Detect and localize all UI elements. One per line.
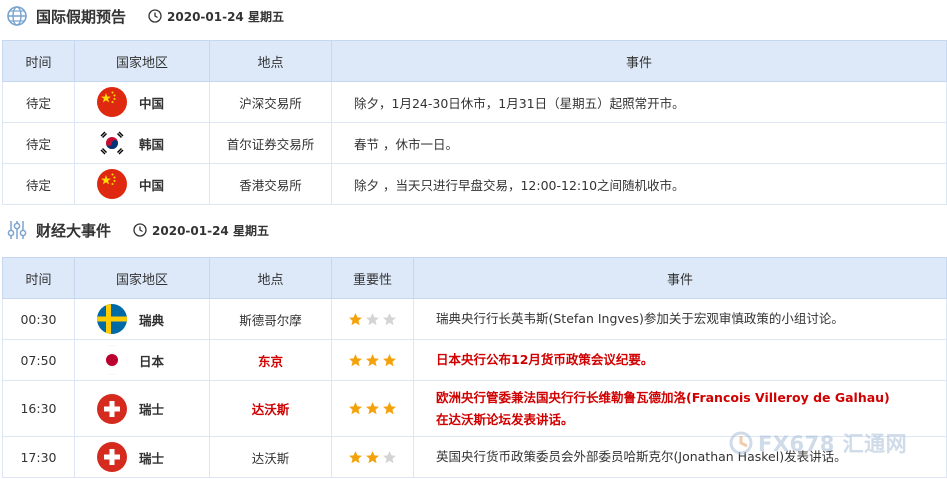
country-name: 韩国 [139, 136, 165, 152]
event-line: 瑞典央行行长英韦斯(Stefan Ingves)参加关于宏观审慎政策的小组讨论。 [436, 311, 844, 326]
country-cell: 瑞士 [75, 393, 209, 424]
importance-stars [332, 450, 413, 465]
header-event: 事件 [331, 40, 947, 82]
star-icon [349, 353, 362, 366]
place-cell: 首尔证券交易所 [209, 122, 332, 164]
header-event: 事件 [413, 257, 947, 299]
event-line: 日本央行公布12月货币政策会议纪要。 [436, 352, 654, 367]
country-cell: 日本 [75, 345, 209, 375]
country-name: 瑞士 [139, 450, 165, 466]
clock-icon [133, 223, 147, 237]
holiday-table: 时间 国家地区 地点 事件 待定 中国 沪深交易所 除夕，1月24-30日休市，1月3… [2, 40, 947, 205]
star-icon [349, 312, 362, 325]
country-cell: 瑞士 [75, 442, 209, 472]
flag-se-icon [97, 304, 127, 334]
events-header-row: 时间 国家地区 地点 重要性 事件 [2, 257, 947, 299]
events-date-text: 2020-01-24 星期五 [152, 223, 269, 238]
holiday-section-header: 国际假期预告 2020-01-24 星期五 [0, 2, 284, 30]
globe-icon [4, 3, 30, 29]
header-importance: 重要性 [331, 257, 414, 299]
header-country: 国家地区 [74, 257, 210, 299]
importance-stars [332, 353, 413, 368]
header-time: 时间 [2, 40, 75, 82]
holiday-date-text: 2020-01-24 星期五 [167, 9, 284, 24]
star-icon [349, 402, 362, 415]
star-icon [349, 450, 362, 463]
country-name: 日本 [139, 353, 165, 369]
holiday-date: 2020-01-24 星期五 [148, 8, 284, 25]
star-icon [383, 353, 396, 366]
star-icon [366, 402, 379, 415]
place-cell: 香港交易所 [209, 163, 332, 205]
flag-jp-icon [97, 345, 127, 375]
time-cell: 待定 [2, 163, 75, 205]
star-icon [383, 312, 396, 325]
event-cell: 除夕，1月24-30日休市，1月31日（星期五）起照常开市。 [331, 81, 947, 123]
flag-ch-icon [97, 442, 127, 472]
header-time: 时间 [2, 257, 75, 299]
place-cell: 东京 [209, 339, 332, 381]
holiday-header-row: 时间 国家地区 地点 事件 [2, 40, 947, 82]
flag-ch-icon [97, 393, 127, 424]
header-country: 国家地区 [74, 40, 210, 82]
table-row: 待定 中国 香港交易所 除夕 ，当天只进行早盘交易，12:00-12:10之间随机收市… [2, 163, 947, 205]
fx678-logo-icon [729, 431, 753, 455]
importance-cell [331, 436, 414, 478]
table-row: 待定 韩国 首尔证券交易所 春节 ，休市一日。 [2, 122, 947, 164]
clock-icon [148, 9, 162, 23]
events-section-header: 财经大事件 2020-01-24 星期五 [0, 216, 269, 244]
event-cell: 瑞典央行行长英韦斯(Stefan Ingves)参加关于宏观审慎政策的小组讨论。 [413, 298, 947, 340]
watermark-text: FX678 汇通网 [758, 432, 908, 456]
place-cell: 斯德哥尔摩 [209, 298, 332, 340]
country-name: 瑞典 [139, 312, 165, 328]
table-row: 待定 中国 沪深交易所 除夕，1月24-30日休市，1月31日（星期五）起照常开市。 [2, 81, 947, 123]
place-cell: 达沃斯 [209, 436, 332, 478]
importance-cell [331, 339, 414, 381]
time-cell: 07:50 [2, 339, 75, 381]
importance-cell [331, 380, 414, 437]
importance-stars [332, 312, 413, 327]
table-row: 00:30 瑞典 斯德哥尔摩 瑞典央行行长英韦斯(Stefan Ingves)参加关于… [2, 298, 947, 340]
event-cell: 除夕 ，当天只进行早盘交易，12:00-12:10之间随机收市。 [331, 163, 947, 205]
time-cell: 00:30 [2, 298, 75, 340]
country-cell: 韩国 [75, 128, 209, 158]
country-name: 瑞士 [139, 402, 165, 417]
sliders-icon [4, 217, 30, 243]
flag-kr-icon [97, 128, 127, 158]
header-place: 地点 [209, 257, 332, 299]
country-cell: 瑞典 [75, 304, 209, 334]
event-line: 欧洲央行管委兼法国央行行长维勒鲁瓦德加洛(Francois Villeroy d… [436, 389, 890, 405]
watermark: FX678 汇通网 [728, 428, 907, 458]
place-cell: 达沃斯 [209, 380, 332, 437]
flag-cn-icon [97, 87, 127, 117]
time-cell: 17:30 [2, 436, 75, 478]
event-cell: 日本央行公布12月货币政策会议纪要。 [413, 339, 947, 381]
country-name: 中国 [139, 177, 165, 193]
holiday-section-title: 国际假期预告 [36, 7, 127, 26]
events-date: 2020-01-24 星期五 [133, 222, 269, 239]
flag-cn-icon [97, 169, 127, 199]
star-icon [383, 450, 396, 463]
star-icon [366, 450, 379, 463]
table-row: 07:50 日本 东京 日本央行公布12月货币政策会议纪要。 [2, 339, 947, 381]
star-icon [383, 402, 396, 415]
country-cell: 中国 [75, 87, 209, 117]
time-cell: 待定 [2, 81, 75, 123]
country-cell: 中国 [75, 169, 209, 199]
header-place: 地点 [209, 40, 332, 82]
country-name: 中国 [139, 95, 165, 111]
time-cell: 16:30 [2, 380, 75, 437]
star-icon [366, 353, 379, 366]
place-cell: 沪深交易所 [209, 81, 332, 123]
importance-stars [332, 401, 413, 416]
time-cell: 待定 [2, 122, 75, 164]
importance-cell [331, 298, 414, 340]
events-section-title: 财经大事件 [36, 221, 112, 240]
event-cell: 春节 ，休市一日。 [331, 122, 947, 164]
star-icon [366, 312, 379, 325]
